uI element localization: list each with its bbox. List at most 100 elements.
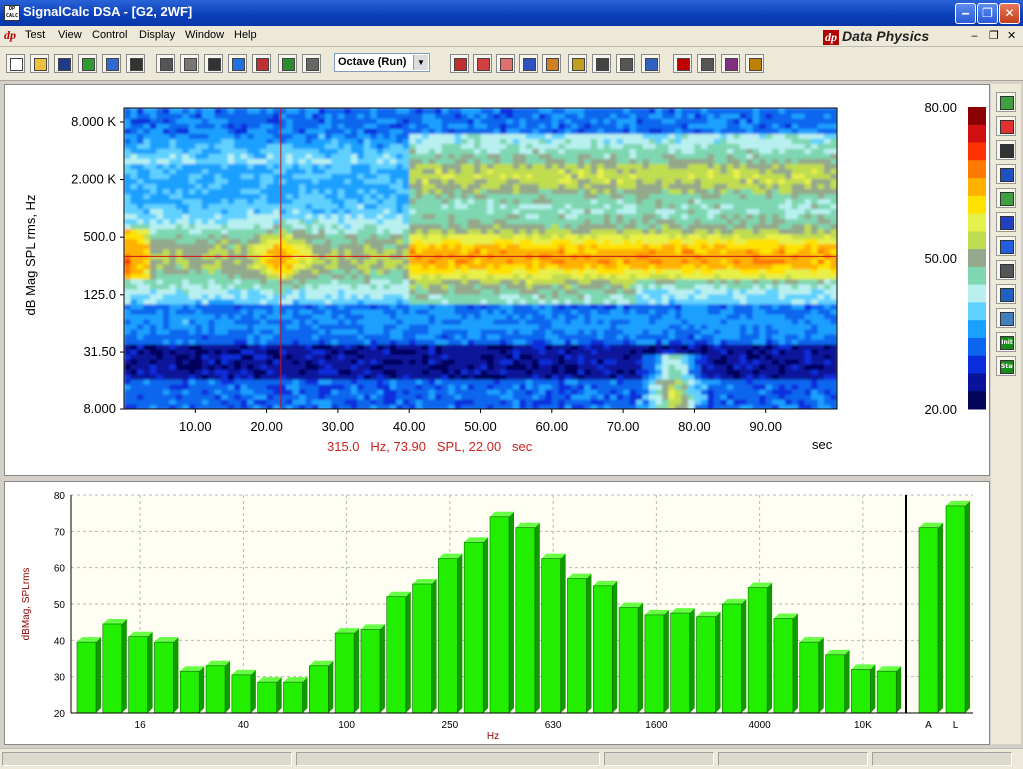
spectrogram-cell <box>195 284 202 290</box>
spectrogram-cell <box>370 113 377 119</box>
spectrogram-cell <box>630 243 637 249</box>
export-button[interactable] <box>302 54 321 73</box>
menu-help[interactable]: Help <box>234 29 257 41</box>
color-button[interactable] <box>252 54 271 73</box>
help-button[interactable] <box>204 54 223 73</box>
spectrogram-cell <box>351 168 358 174</box>
layout-grid-button[interactable] <box>745 54 764 73</box>
spectrogram-cell <box>578 384 585 390</box>
spectrogram-cell <box>429 148 436 154</box>
spectrogram-cell <box>215 269 222 275</box>
table-button[interactable] <box>278 54 297 73</box>
menu-window[interactable]: Window <box>185 29 224 41</box>
mdi-restore-button[interactable]: ❐ <box>989 29 999 42</box>
spectrogram-cell <box>558 178 565 184</box>
spectrogram-cell <box>234 133 241 139</box>
spectrogram-cell <box>552 208 559 214</box>
save-setup-button[interactable] <box>78 54 97 73</box>
plot-spectrum-button[interactable] <box>592 54 611 73</box>
spectrogram-cell <box>273 384 280 390</box>
plot-spectrogram-button[interactable] <box>641 54 660 73</box>
spectrogram-cell <box>519 168 526 174</box>
spectrogram-cell <box>299 118 306 124</box>
spectrogram-cell <box>286 128 293 134</box>
minimize-button[interactable]: ‒ <box>955 3 976 24</box>
spectrogram-cell <box>591 213 598 219</box>
spectrogram-cell <box>234 339 241 345</box>
spectrogram-cell <box>325 399 332 405</box>
print-preview-button[interactable] <box>180 54 199 73</box>
print-button[interactable] <box>156 54 175 73</box>
spectrogram-cell <box>422 349 429 355</box>
spectrogram-cell <box>377 123 384 129</box>
plot-color-button[interactable] <box>496 54 515 73</box>
spectrogram-plot[interactable]: dB Mag SPL rms, Hz 8.000 K2.000 K500.012… <box>5 85 989 475</box>
spectrogram-cell <box>176 289 183 295</box>
spectrogram-cell <box>370 304 377 310</box>
spectrogram-cell <box>610 173 617 179</box>
spectrogram-cell <box>416 344 423 350</box>
spectrogram-cell <box>215 233 222 239</box>
spectrogram-cell <box>267 314 274 320</box>
close-button[interactable]: ✕ <box>999 3 1020 24</box>
spectrogram-cell <box>565 249 572 255</box>
save-button[interactable] <box>54 54 73 73</box>
spectrogram-cell <box>156 123 163 129</box>
spectrogram-cell <box>189 148 196 154</box>
plot-clear-button[interactable] <box>473 54 492 73</box>
recall-button[interactable] <box>102 54 121 73</box>
mdi-minimize-button[interactable]: ‒ <box>971 29 978 42</box>
spectrogram-cell <box>169 113 176 119</box>
save-all-button[interactable] <box>126 54 145 73</box>
spectrogram-cell <box>565 389 572 395</box>
layout-bars-button[interactable] <box>673 54 692 73</box>
spectrogram-cell <box>254 374 261 380</box>
spectrogram-cell <box>442 339 449 345</box>
spectrogram-cell <box>623 314 630 320</box>
maximize-button[interactable]: ❐ <box>977 3 998 24</box>
layout-rows-button[interactable] <box>697 54 716 73</box>
app-icon[interactable]: DP CALC <box>4 5 20 21</box>
spectrogram-cell <box>506 304 513 310</box>
report-button[interactable] <box>228 54 247 73</box>
acquisition-mode-select[interactable]: Octave (Run) ▼ <box>334 53 430 72</box>
layout-cols-button[interactable] <box>721 54 740 73</box>
new-button[interactable] <box>6 54 25 73</box>
spectrogram-cell <box>143 299 150 305</box>
menu-test[interactable]: Test <box>25 29 45 41</box>
plot-scatter-button[interactable] <box>616 54 635 73</box>
spectrogram-cell <box>403 178 410 184</box>
spectrogram-cell <box>312 324 319 330</box>
spectrogram-cell <box>137 379 144 385</box>
spectrogram-cell <box>364 349 371 355</box>
menu-control[interactable]: Control <box>92 29 127 41</box>
spectrogram-cell <box>481 218 488 224</box>
dp-menu-icon[interactable]: dp <box>4 28 16 43</box>
spectrogram-cell <box>617 108 624 114</box>
spectrogram-cell <box>351 213 358 219</box>
spectrogram-cell <box>124 158 131 164</box>
spectrogram-cell <box>591 123 598 129</box>
spectrogram-cell <box>442 233 449 239</box>
mdi-close-button[interactable]: ✕ <box>1007 29 1016 42</box>
open-button[interactable] <box>30 54 49 73</box>
plot-cursor-button[interactable] <box>542 54 561 73</box>
plot-single-button[interactable] <box>450 54 469 73</box>
spectrogram-cell <box>597 344 604 350</box>
spectrogram-cell <box>247 374 254 380</box>
plot-3d-button[interactable] <box>568 54 587 73</box>
spectrogram-cell <box>351 264 358 270</box>
plot-waterfall-button[interactable] <box>519 54 538 73</box>
spectrogram-cell <box>331 309 338 315</box>
spectrogram-cell <box>137 148 144 154</box>
chevron-down-icon[interactable]: ▼ <box>413 55 428 70</box>
spectrogram-cell <box>416 314 423 320</box>
menu-view[interactable]: View <box>58 29 82 41</box>
spectrogram-cell <box>344 153 351 159</box>
spectrogram-cell <box>617 128 624 134</box>
spectrogram-cell <box>137 143 144 149</box>
menu-display[interactable]: Display <box>139 29 175 41</box>
spectrogram-cell <box>163 279 170 285</box>
spectrogram-cell <box>403 384 410 390</box>
spectrogram-cell <box>390 299 397 305</box>
